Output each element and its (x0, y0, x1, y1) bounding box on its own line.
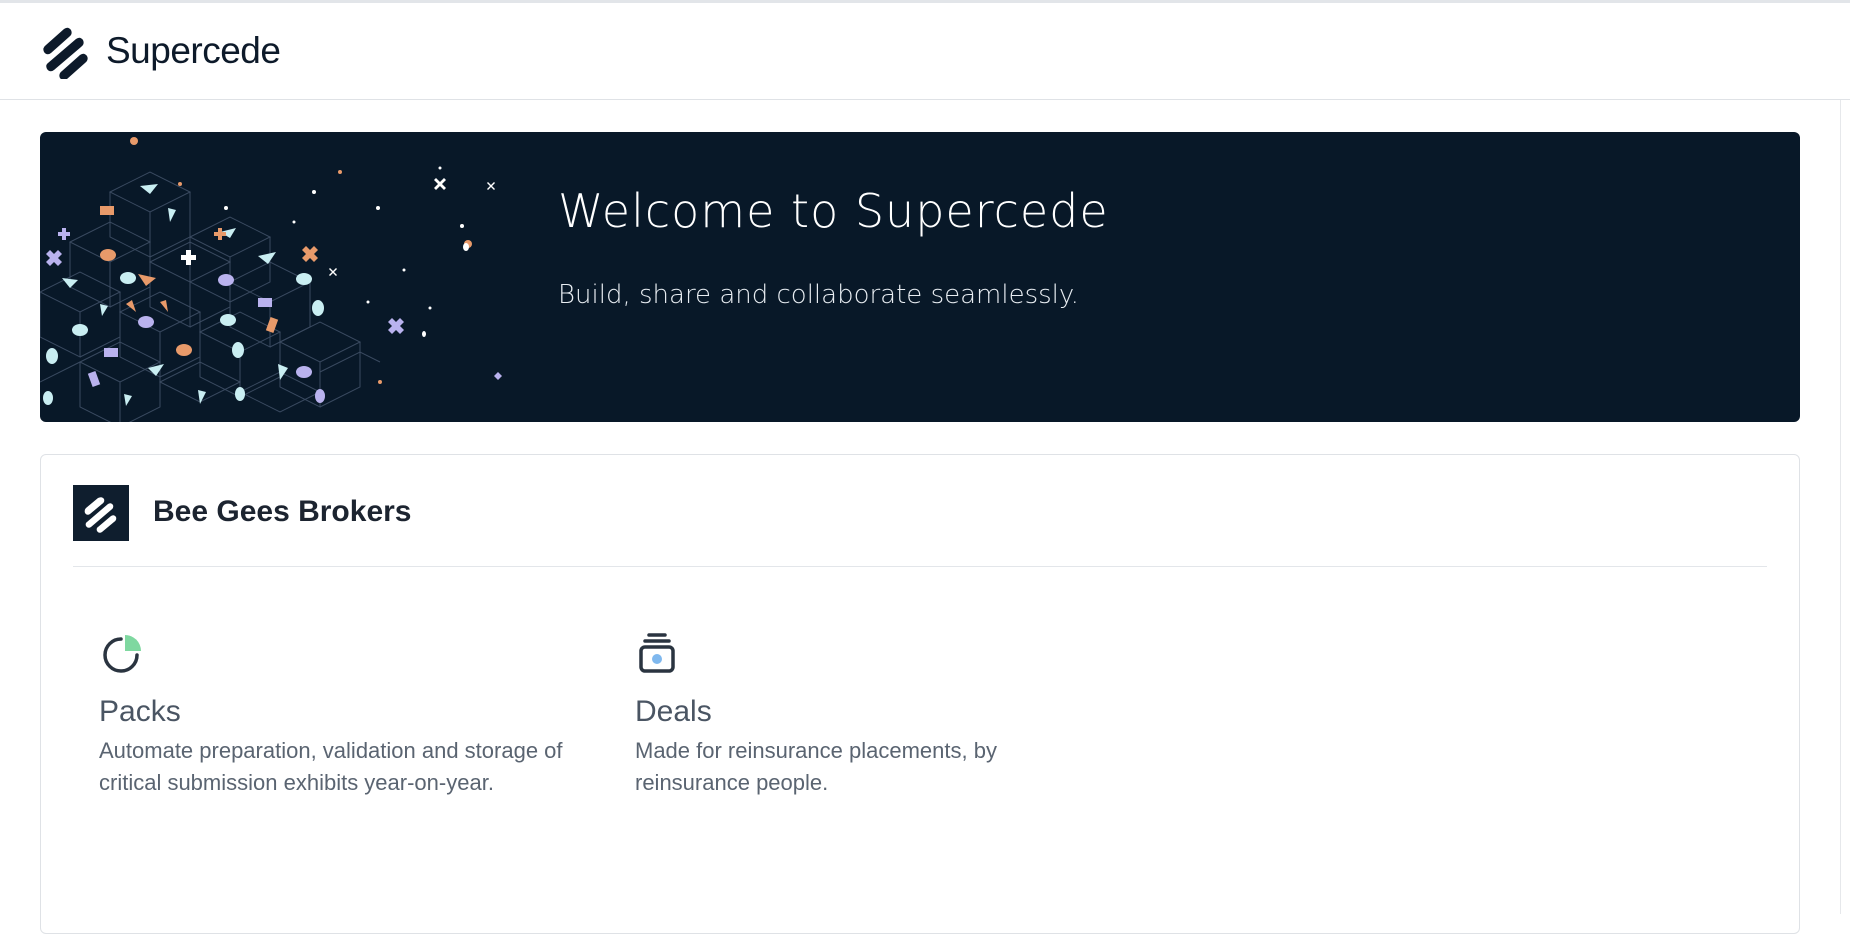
organization-header: Bee Gees Brokers (73, 485, 1767, 567)
top-navigation-bar: Supercede (0, 0, 1850, 100)
isometric-cubes-illustration (40, 137, 502, 422)
deals-description: Made for reinsurance placements, by rein… (635, 738, 997, 795)
pie-chart-icon (103, 635, 141, 673)
packs-title: Packs (99, 695, 181, 728)
welcome-title: Welcome to Supercede (558, 184, 1109, 238)
welcome-subtitle: Build, share and collaborate seamlessly. (558, 280, 1079, 310)
organization-card: Bee Gees Brokers Packs Automate preparat… (40, 454, 1800, 934)
page-scrollbar[interactable] (1840, 100, 1850, 914)
brand-home-link[interactable]: Supercede (40, 23, 281, 79)
packs-product-card[interactable]: Packs Automate preparation, validation a… (99, 631, 579, 799)
organization-logo (73, 485, 129, 541)
welcome-banner: Welcome to Supercede Build, share and co… (40, 132, 1800, 422)
organization-name: Bee Gees Brokers (153, 495, 412, 528)
packs-description: Automate preparation, validation and sto… (99, 738, 563, 795)
supercede-logo-icon (43, 27, 88, 79)
deals-product-card[interactable]: Deals Made for reinsurance placements, b… (635, 631, 1115, 799)
deals-title: Deals (635, 695, 712, 728)
supercede-logo-icon (84, 497, 117, 533)
stack-icon (639, 633, 675, 673)
brand-name: Supercede (106, 30, 281, 71)
